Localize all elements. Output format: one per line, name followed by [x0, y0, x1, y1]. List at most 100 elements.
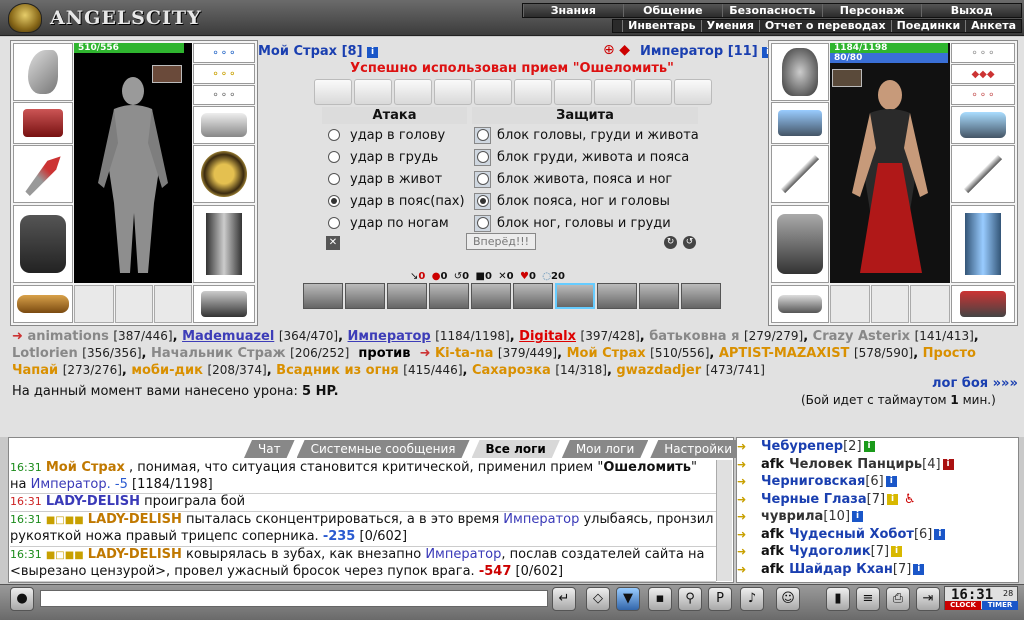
tab-settings[interactable]: Настройки [650, 440, 746, 458]
eraser-icon[interactable]: ◇ [586, 587, 610, 611]
helmet-slot[interactable] [13, 43, 73, 101]
participant[interactable]: Lotlorien [12, 346, 78, 361]
user-row[interactable]: ➜ afk Шайдар Кхан [7] i [737, 561, 1018, 579]
opp-bracers-slot[interactable] [771, 102, 829, 144]
participant[interactable]: Начальник Страж [151, 346, 286, 361]
block-option-4[interactable]: блок пояса, ног и головы [474, 191, 670, 211]
scroll-slot[interactable] [554, 79, 592, 105]
scroll-slot[interactable] [394, 79, 432, 105]
ring-slots[interactable]: ⚬⚬⚬ [193, 43, 255, 63]
nav-personazh[interactable]: Персонаж [821, 4, 922, 17]
info-icon[interactable]: i [891, 546, 903, 558]
participant[interactable]: Император [348, 329, 431, 344]
battle-log-link[interactable]: лог боя »»» [932, 376, 1018, 391]
skill-slot-active[interactable] [555, 283, 595, 309]
attack-option-groin[interactable]: удар в пояс(пах) [328, 191, 465, 211]
weapon-slot[interactable] [13, 145, 73, 203]
user-row[interactable]: ➜ afk Чудоголик [7] i [737, 543, 1018, 561]
block-radio[interactable] [474, 126, 491, 144]
info-icon[interactable]: i [913, 563, 925, 575]
nav-obshchenie[interactable]: Общение [622, 4, 723, 17]
user-row[interactable]: ➜ afk Человек Панцирь [4] i [737, 456, 1018, 474]
empty-slot[interactable] [115, 285, 153, 323]
attack-radio[interactable] [328, 129, 340, 141]
block-radio-selected[interactable] [474, 192, 491, 210]
refresh-icon[interactable]: ↻ [664, 236, 677, 249]
log-target[interactable]: Император [31, 477, 107, 492]
print-icon[interactable]: ⎙ [886, 587, 910, 611]
skill-slot[interactable] [471, 283, 511, 309]
attack-radio-selected[interactable] [328, 195, 340, 207]
block-option-2[interactable]: блок груди, живота и пояса [474, 147, 689, 167]
info-icon[interactable]: i [852, 511, 864, 523]
tab-system-messages[interactable]: Системные сообщения [297, 440, 470, 458]
nav-znaniya[interactable]: Знания [523, 4, 623, 17]
nav-vyhod[interactable]: Выход [921, 4, 1021, 17]
participant[interactable]: моби-дик [131, 363, 203, 378]
participant[interactable]: APTIST-MAZAXIST [719, 346, 850, 361]
smile-icon[interactable]: ☺ [776, 587, 800, 611]
participant[interactable]: батьковна я [649, 329, 739, 344]
empty-slot[interactable] [74, 285, 114, 323]
block-radio[interactable] [474, 170, 491, 188]
bracers-slot[interactable] [13, 102, 73, 144]
scroll-slot[interactable] [594, 79, 632, 105]
nav-bezopasnost[interactable]: Безопасность [722, 4, 822, 17]
log-actor[interactable]: Мой Страх [46, 460, 125, 475]
empty-slot[interactable] [910, 285, 950, 323]
chat-scrollbar[interactable] [716, 460, 732, 581]
info-icon[interactable]: i [942, 458, 954, 470]
info-icon[interactable]: i [887, 493, 899, 505]
log-actor[interactable]: LADY-DELISH [88, 512, 182, 527]
skill-slot[interactable] [597, 283, 637, 309]
tab-my-logs[interactable]: Мои логи [562, 440, 648, 458]
walk-icon[interactable]: ⚲ [678, 587, 702, 611]
skill-slot[interactable] [345, 283, 385, 309]
participant[interactable]: Digitalx [519, 329, 576, 344]
info-icon[interactable]: i [863, 441, 875, 453]
opp-helmet-slot[interactable] [771, 43, 829, 101]
opp-earring-slots[interactable]: ⚬⚬⚬ [951, 85, 1015, 105]
attack-radio[interactable] [328, 173, 340, 185]
participant[interactable]: Всадник из огня [276, 363, 399, 378]
user-name[interactable]: Человек Панцирь [789, 457, 922, 472]
skill-slot[interactable] [639, 283, 679, 309]
save-icon[interactable]: ▪ [648, 587, 672, 611]
opp-offhand-slot[interactable] [951, 145, 1015, 203]
attack-option-head[interactable]: удар в голову [328, 125, 445, 145]
nav-inventar[interactable]: Инвентарь [622, 20, 700, 32]
opp-boots-slot[interactable] [951, 285, 1015, 323]
bag-icon[interactable]: ▮ [826, 587, 850, 611]
boots-slot[interactable] [193, 285, 255, 323]
amulet-slots[interactable]: ⚬⚬⚬ [193, 64, 255, 84]
exit-icon[interactable]: ⇥ [916, 587, 940, 611]
smile-face-icon[interactable]: ● [10, 587, 34, 611]
gem-icon[interactable]: ◆ [619, 42, 630, 58]
participant[interactable]: Ki-ta-na [435, 346, 493, 361]
participant[interactable]: Сахарозка [472, 363, 551, 378]
nav-anketa[interactable]: Анкета [965, 20, 1021, 32]
empty-slot[interactable] [154, 285, 192, 323]
user-name[interactable]: Чудоголик [789, 544, 871, 559]
attack-option-belly[interactable]: удар в живот [328, 169, 442, 189]
info-icon[interactable]: i [885, 476, 897, 488]
filter-icon[interactable]: ▼ [616, 587, 640, 611]
skill-slot[interactable] [681, 283, 721, 309]
send-icon[interactable]: ↵ [552, 587, 576, 611]
user-row[interactable]: ➜ afk Чудесный Хобот [6] i [737, 526, 1018, 544]
user-name[interactable]: Чебурепер [761, 439, 843, 454]
log-actor[interactable]: LADY-DELISH [46, 494, 140, 509]
block-option-5[interactable]: блок ног, головы и груди [474, 213, 671, 233]
scroll-slot[interactable] [474, 79, 512, 105]
user-row[interactable]: ➜ Черниговская [6] i [737, 473, 1018, 491]
block-radio[interactable] [474, 214, 491, 232]
scroll-slot[interactable] [354, 79, 392, 105]
opp-ring-slots[interactable]: ⚬⚬⚬ [951, 43, 1015, 63]
attack-radio[interactable] [328, 151, 340, 163]
auto-refresh-icon[interactable]: ↺ [683, 236, 696, 249]
opp-weapon-slot[interactable] [771, 145, 829, 203]
legs-slot[interactable] [193, 205, 255, 283]
user-name[interactable]: Шайдар Кхан [789, 562, 893, 577]
scroll-slot[interactable] [514, 79, 552, 105]
empty-slot[interactable] [830, 285, 870, 323]
